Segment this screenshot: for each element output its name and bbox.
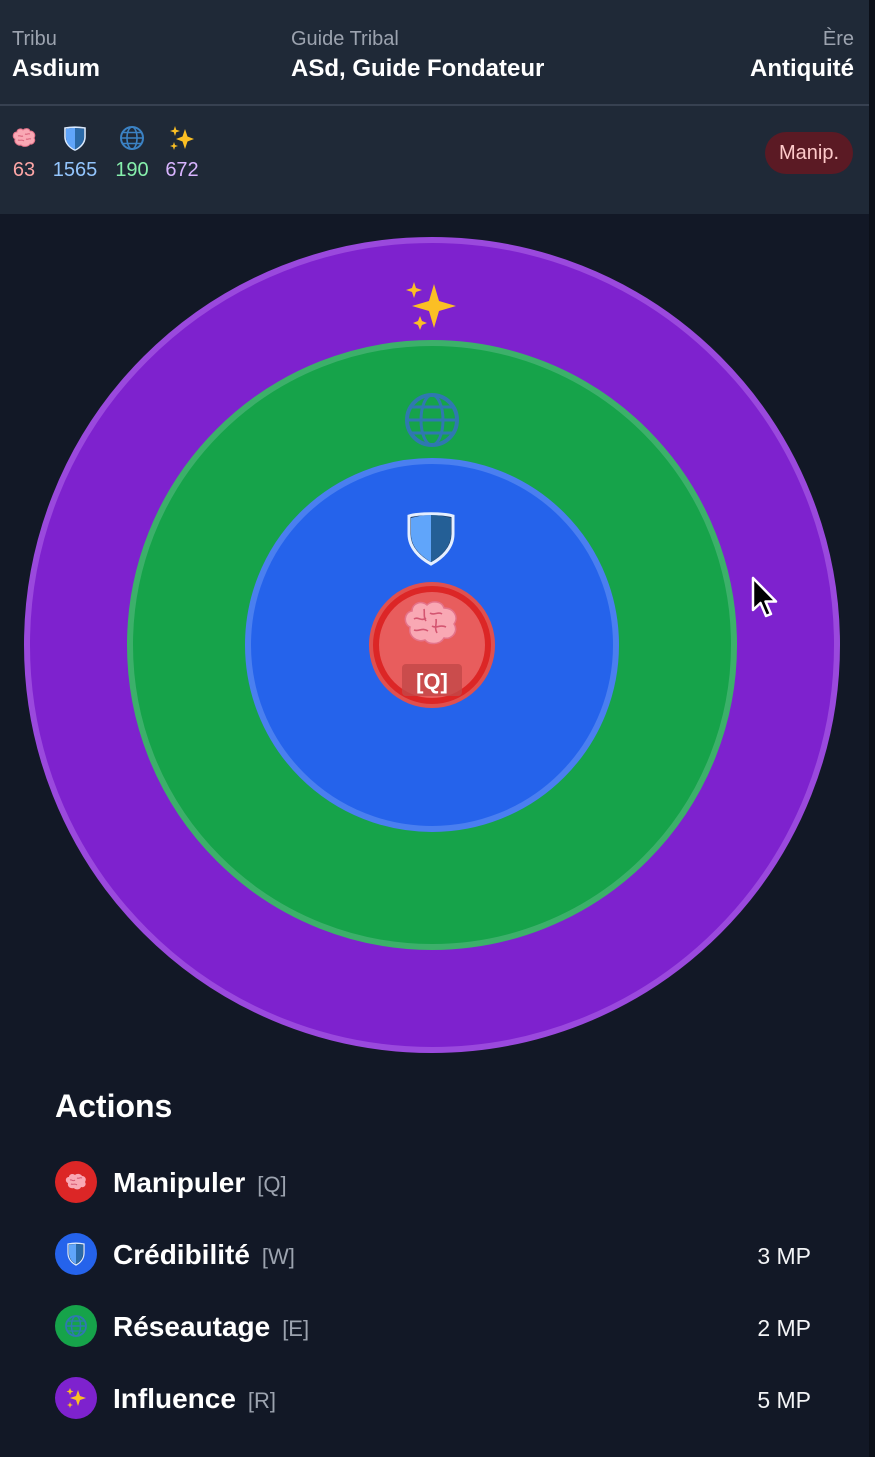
action-influence[interactable]: Influence [R] 5 MP — [55, 1375, 815, 1421]
action-credibilite-cost: 3 MP — [757, 1243, 811, 1269]
action-influence-badge — [55, 1377, 97, 1419]
action-influence-cost: 5 MP — [757, 1387, 811, 1413]
action-manipuler-name: Manipuler — [113, 1167, 246, 1198]
stat-manipulation-value: 63 — [12, 159, 36, 181]
action-reseautage-name: Réseautage — [113, 1311, 271, 1342]
stat-manipulation: 63 — [8, 124, 40, 182]
stat-influence: 672 — [162, 124, 202, 182]
sparkles-icon — [66, 1388, 86, 1408]
stats-bar: 63 1565 190 672 Manip. — [0, 106, 869, 214]
stat-influence-value: 672 — [165, 159, 199, 181]
header-bar: Tribu Asdium Guide Tribal ASd, Guide Fon… — [0, 0, 869, 106]
globe-icon — [65, 1315, 87, 1337]
actions-title: Actions — [55, 1088, 173, 1124]
brain-icon — [12, 128, 36, 147]
action-credibilite-name: Crédibilité — [113, 1239, 250, 1270]
action-reseautage-label: Réseautage [E] — [113, 1311, 309, 1343]
stat-networking-value: 190 — [115, 159, 149, 181]
action-influence-key: [R] — [247, 1388, 277, 1413]
action-manipuler[interactable]: Manipuler [Q] — [55, 1159, 815, 1205]
era-label: Ère — [822, 28, 854, 50]
stat-networking: 190 — [112, 124, 152, 182]
globe-icon — [120, 126, 144, 150]
bullseye-manipulate[interactable]: [Q] — [369, 582, 495, 708]
shield-icon — [64, 126, 86, 151]
action-reseautage[interactable]: Réseautage [E] 2 MP — [55, 1303, 815, 1349]
target-rings: [Q] — [24, 237, 840, 1053]
shield-icon — [67, 1242, 85, 1266]
tribe-block: Tribu Asdium — [12, 27, 100, 84]
action-manipuler-key: [Q] — [257, 1172, 287, 1197]
era-block: Ère Antiquité — [750, 27, 854, 84]
stat-credibility: 1565 — [50, 124, 100, 182]
bullseye-key-label: [Q] — [416, 669, 448, 694]
sparkles-icon — [170, 126, 194, 150]
stat-credibility-value: 1565 — [52, 159, 98, 181]
action-credibilite-key: [W] — [261, 1244, 295, 1269]
era-name: Antiquité — [750, 55, 854, 82]
mouse-cursor-icon — [751, 576, 778, 618]
action-reseautage-badge — [55, 1305, 97, 1347]
action-credibilite-badge — [55, 1233, 97, 1275]
guide-block: Guide Tribal ASd, Guide Fondateur — [291, 27, 544, 84]
mode-badge[interactable]: Manip. — [764, 132, 853, 174]
action-influence-label: Influence [R] — [113, 1383, 276, 1415]
action-reseautage-key: [E] — [282, 1316, 310, 1341]
action-manipuler-label: Manipuler [Q] — [113, 1167, 287, 1199]
action-credibilite-label: Crédibilité [W] — [113, 1239, 295, 1271]
scrollbar[interactable] — [869, 0, 875, 1457]
guide-label: Guide Tribal — [291, 28, 399, 50]
action-credibilite[interactable]: Crédibilité [W] 3 MP — [55, 1231, 815, 1277]
tribe-name: Asdium — [12, 55, 101, 82]
action-influence-name: Influence — [113, 1383, 236, 1414]
bullseye-brain-icon — [404, 601, 457, 645]
guide-name: ASd, Guide Fondateur — [291, 55, 545, 82]
action-manipuler-badge — [55, 1161, 97, 1203]
action-reseautage-cost: 2 MP — [757, 1315, 811, 1341]
tribe-label: Tribu — [12, 28, 57, 50]
brain-icon — [65, 1173, 86, 1190]
